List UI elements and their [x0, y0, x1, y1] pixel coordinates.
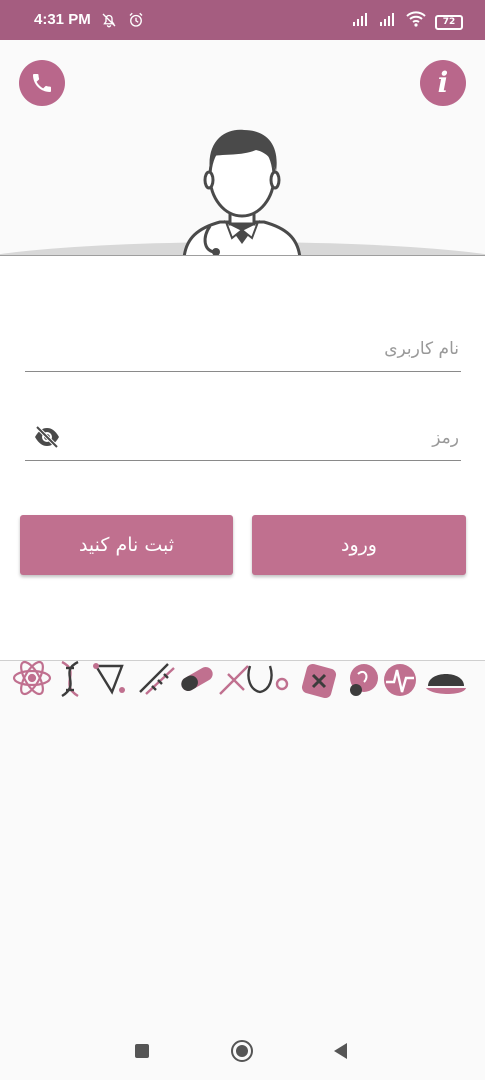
status-system-icons: 72 [352, 8, 463, 30]
navigation-bar [0, 1022, 485, 1080]
status-notification-icons [100, 9, 145, 29]
medical-icons-strip [12, 660, 466, 699]
eye-off-icon[interactable] [33, 425, 61, 449]
pill-icon [181, 667, 213, 691]
home-icon[interactable] [231, 1040, 253, 1062]
alarm-icon [129, 12, 143, 27]
login-form: ثبت نام کنید ورود [0, 256, 485, 661]
username-input[interactable] [25, 326, 461, 371]
phone-icon [33, 74, 51, 92]
password-input[interactable] [25, 416, 461, 460]
signup-button[interactable]: ثبت نام کنید [20, 515, 233, 575]
password-field[interactable] [25, 416, 461, 461]
battery-icon: 72 [435, 15, 463, 30]
info-button[interactable]: i [420, 60, 466, 106]
atom-icon [12, 660, 52, 696]
header: i [0, 40, 485, 256]
phone-button[interactable] [19, 60, 65, 106]
recents-icon[interactable] [135, 1044, 149, 1058]
username-field[interactable] [25, 326, 461, 372]
stethoscope-icon [247, 665, 289, 694]
dna-icon [61, 660, 79, 698]
pipette-icon [139, 663, 175, 695]
brain-icon [350, 664, 378, 696]
syringe-icon [219, 665, 249, 695]
heartbeat-icon [384, 664, 416, 696]
login-button[interactable]: ورود [252, 515, 466, 575]
signal-icon [379, 12, 394, 26]
doctor-avatar [182, 129, 302, 255]
bell-off-icon [102, 13, 116, 27]
back-icon[interactable] [334, 1043, 347, 1059]
info-icon: i [437, 66, 449, 99]
first-aid-icon [301, 663, 337, 699]
signal-icon [352, 12, 367, 26]
dome-icon [426, 674, 466, 694]
molecule-icon [93, 663, 125, 695]
status-bar: 4:31 PM 72 [0, 0, 485, 40]
status-time: 4:31 PM [34, 11, 91, 28]
wifi-icon [406, 10, 426, 27]
